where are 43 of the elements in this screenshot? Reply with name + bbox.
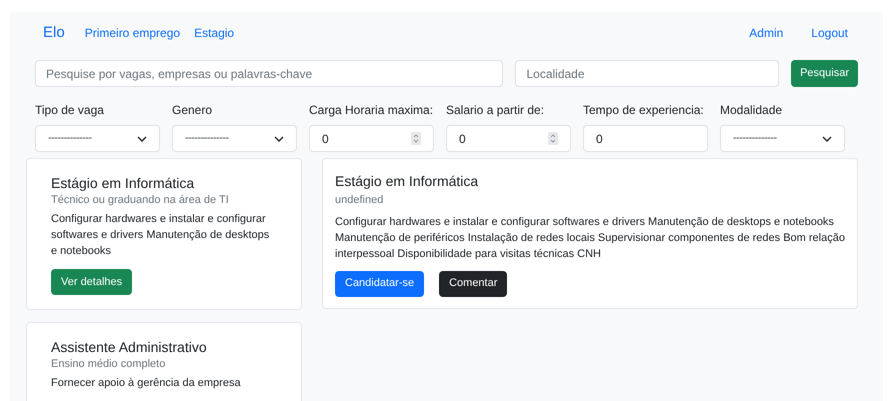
nav-link[interactable]: Estagio (194, 24, 234, 42)
search-field[interactable]: Pesquise por vagas, empresas ou palavras-chave (35, 60, 504, 87)
job-description: Configurar hardwares e instalar e configurar softwares e drivers Manutenção de desktops e notebooks (51, 212, 270, 259)
search-button[interactable]: Pesquisar (791, 60, 858, 87)
detail-title: Estágio em Informática (335, 172, 478, 191)
select-value: -------------- (185, 131, 229, 146)
brand-link[interactable]: Elo (43, 22, 65, 44)
select-field[interactable]: -------------- (35, 125, 160, 152)
filter-label: Tipo de vaga (35, 102, 105, 119)
number-field[interactable]: 0 (309, 125, 434, 152)
job-title: Assistente Administrativo (51, 338, 207, 356)
chevron-down-icon (274, 136, 284, 142)
number-field[interactable]: 0 (446, 125, 571, 152)
job-subtitle: Ensino médio completo (51, 357, 166, 371)
chevron-down-icon (822, 136, 832, 142)
job-subtitle: Técnico ou graduando na área de TI (51, 193, 229, 207)
job-title: Estágio em Informática (51, 174, 194, 192)
location-field[interactable]: Localidade (515, 60, 780, 87)
nav-link[interactable]: Primeiro emprego (84, 24, 180, 42)
input-value: 0 (596, 130, 603, 148)
comment-button[interactable]: Comentar (439, 270, 508, 296)
chevron-down-icon (137, 136, 147, 142)
number-value: 0 (459, 130, 466, 148)
filter-label: Genero (172, 102, 214, 119)
spinner-icon[interactable] (548, 132, 558, 145)
select-field[interactable]: -------------- (172, 125, 297, 152)
spinner-icon[interactable] (411, 132, 421, 145)
filter-label: Modalidade (720, 102, 784, 119)
details-button[interactable]: Ver detalhes (51, 269, 132, 295)
select-value: -------------- (733, 131, 777, 146)
job-description: Fornecer apoio à gerência da empresa (51, 376, 241, 391)
detail-description: Configurar hardwares e instalar e configurar softwares e drivers Manutenção de desktops e notebooks Manutenção de periféricos Instalação de redes locais Supervisionar componentes de redes Bom relação interpessoal Disponibilidade para visitas técnicas CNH (335, 214, 845, 262)
nav-link[interactable]: Logout (811, 24, 848, 42)
detail-subtitle: undefined (335, 193, 384, 208)
input-field[interactable]: 0 (583, 125, 708, 152)
nav-link[interactable]: Admin (749, 24, 784, 42)
filter-label: Salario a partir de: (446, 102, 546, 119)
apply-button[interactable]: Candidatar-se (335, 270, 424, 296)
number-value: 0 (322, 130, 329, 148)
filter-label: Tempo de experiencia: (583, 102, 705, 119)
filter-label: Carga Horaria maxima: (309, 102, 434, 119)
select-value: -------------- (48, 131, 92, 146)
select-field[interactable]: -------------- (720, 125, 845, 152)
